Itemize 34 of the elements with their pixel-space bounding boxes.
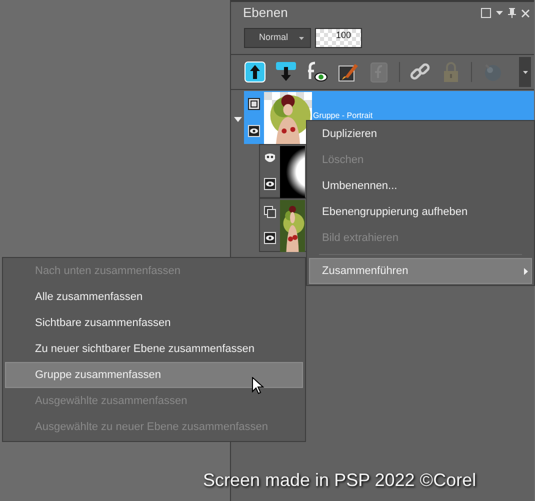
toolbar-overflow-button[interactable] bbox=[519, 57, 531, 87]
menu-item[interactable]: Gruppe zusammenfassen bbox=[5, 362, 303, 388]
group-icon bbox=[248, 98, 260, 110]
caret-icon bbox=[522, 70, 528, 74]
layers-icon bbox=[264, 206, 276, 218]
caret-icon bbox=[299, 36, 304, 40]
menu-item[interactable]: Alle zusammenfassen bbox=[5, 284, 303, 310]
menu-item[interactable]: Ebenengruppierung aufheben bbox=[309, 199, 532, 225]
cursor-icon bbox=[252, 377, 264, 395]
arrow-down-icon[interactable] bbox=[275, 61, 297, 83]
caret-icon[interactable] bbox=[496, 11, 503, 15]
opacity-field[interactable]: 100 bbox=[315, 28, 362, 48]
menu-item[interactable]: Sichtbare zusammenfassen bbox=[5, 310, 303, 336]
submenu-arrow-icon bbox=[524, 268, 528, 274]
menu-item[interactable]: Duplizieren bbox=[309, 121, 532, 147]
fx-eye-icon[interactable] bbox=[306, 61, 328, 83]
arrow-up-icon[interactable] bbox=[244, 61, 266, 83]
menu-item[interactable]: Umbenennen... bbox=[309, 173, 532, 199]
caption: Screen made in PSP 2022 ©Corel bbox=[203, 469, 476, 492]
blend-mode-dropdown[interactable]: Normal bbox=[244, 28, 311, 48]
layer-name: Gruppe - Portrait bbox=[313, 110, 373, 122]
eye-icon[interactable] bbox=[248, 124, 260, 137]
menu-item[interactable]: Zu neuer sichtbarer Ebene zusammenfassen bbox=[5, 336, 303, 362]
brush-icon[interactable] bbox=[337, 61, 359, 83]
pin-icon[interactable] bbox=[508, 8, 516, 18]
mask-thumbnail bbox=[280, 146, 305, 198]
close-icon[interactable] bbox=[521, 8, 530, 18]
eye-icon[interactable] bbox=[264, 232, 276, 244]
maximize-icon[interactable] bbox=[481, 8, 491, 18]
panel-title: Ebenen bbox=[243, 4, 288, 22]
expand-arrow-icon[interactable] bbox=[234, 117, 242, 122]
mask-icon bbox=[264, 152, 276, 162]
eye-icon[interactable] bbox=[264, 178, 276, 190]
menu-item[interactable]: Zusammenführen bbox=[309, 258, 532, 284]
